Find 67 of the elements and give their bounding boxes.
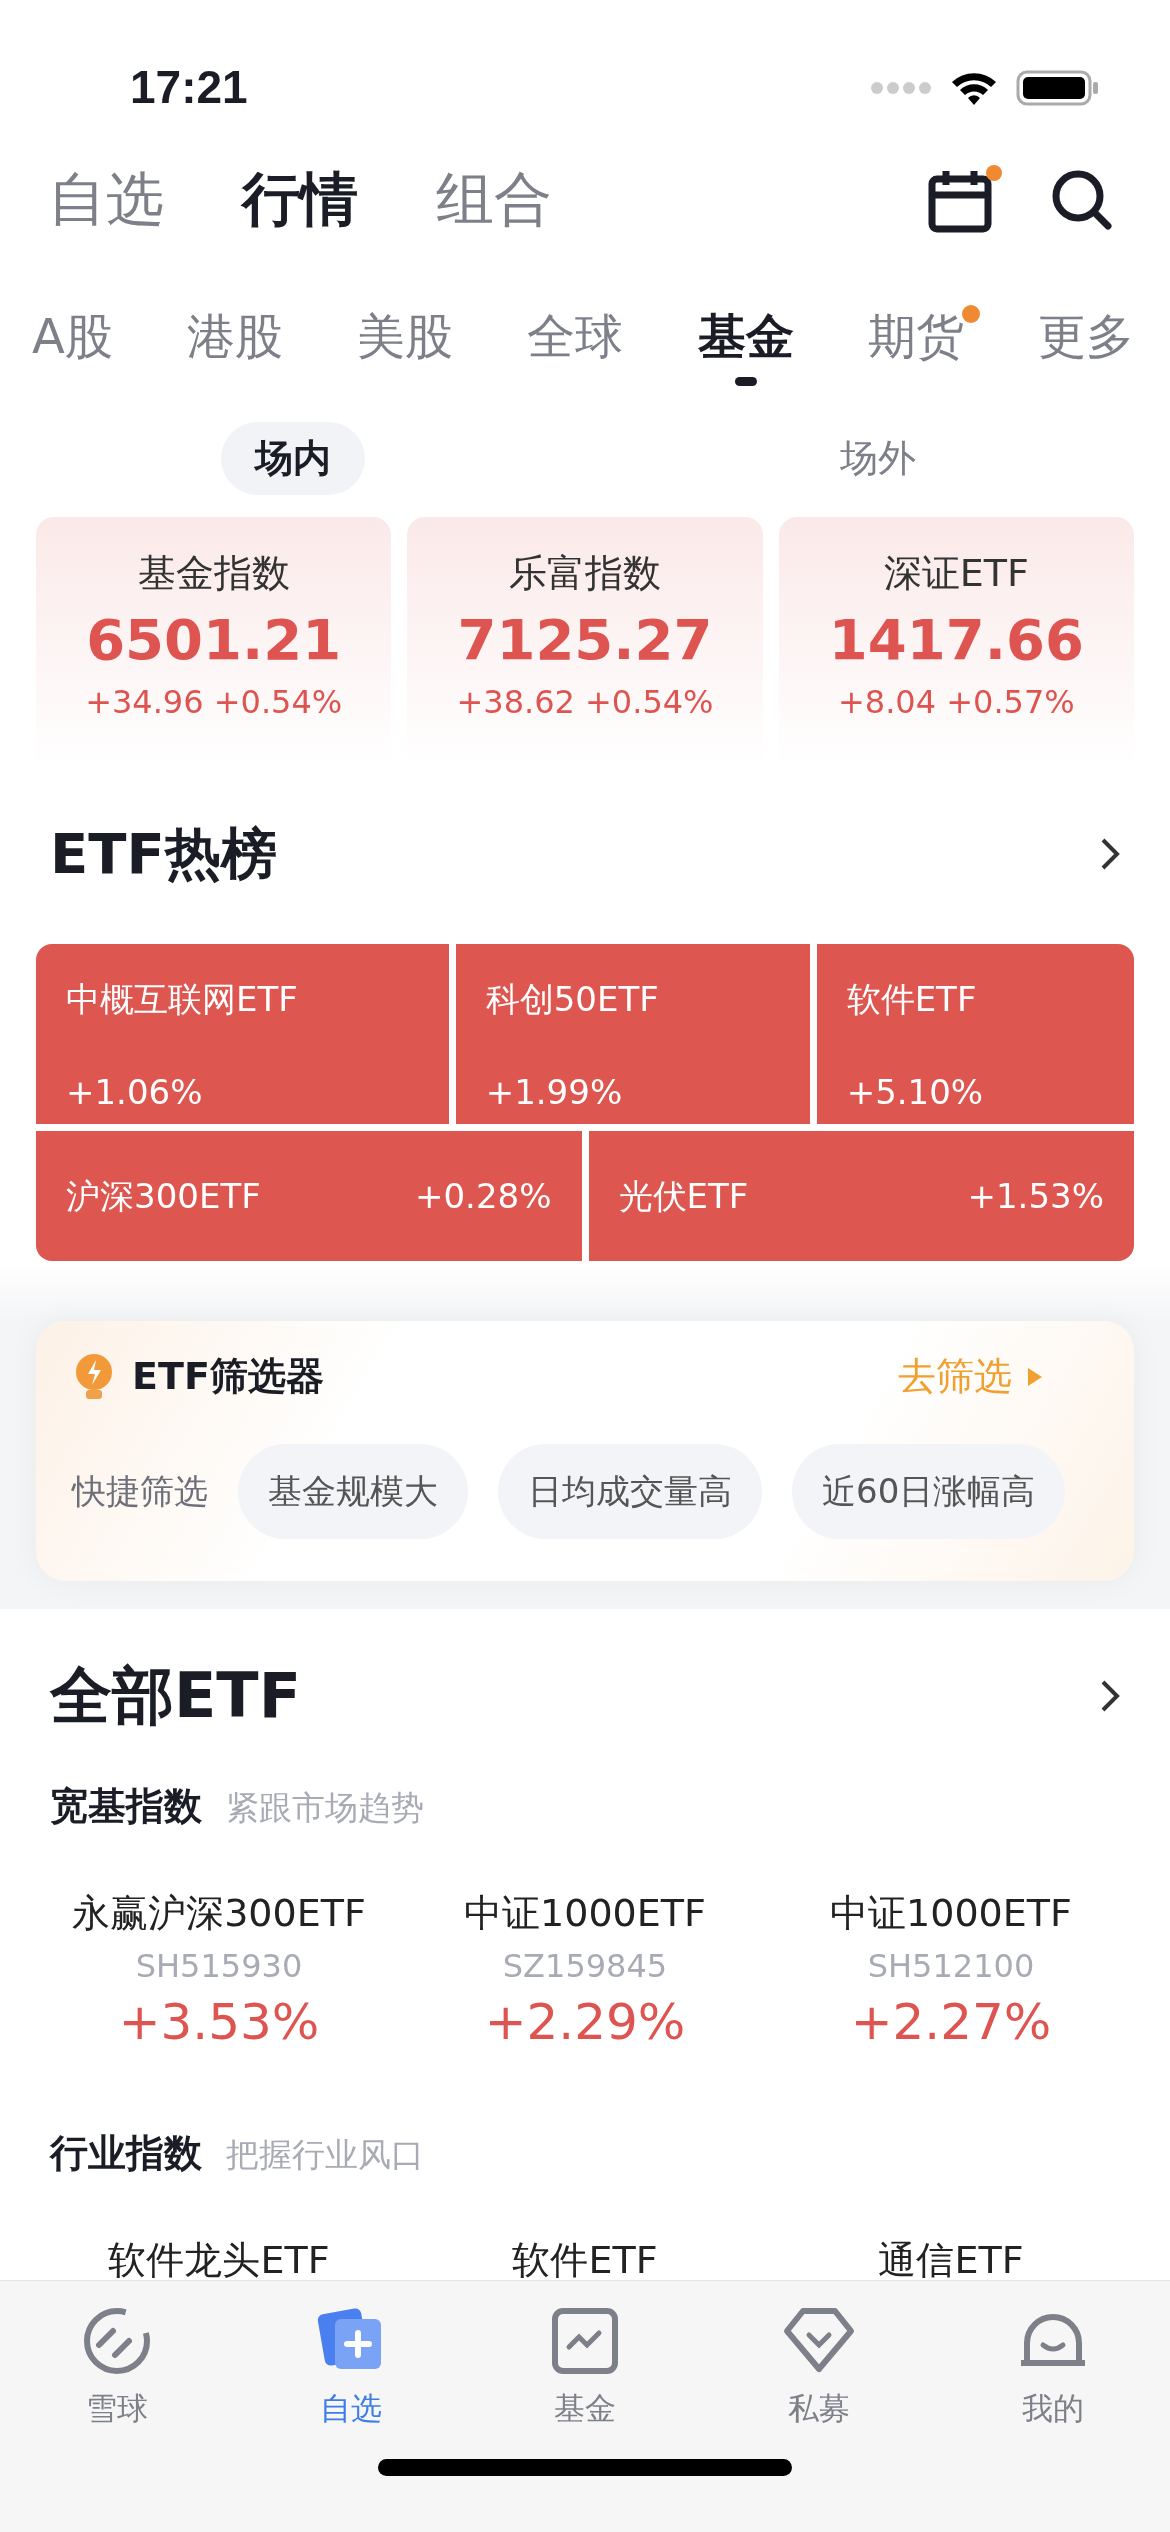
tile-name: 沪深300ETF — [66, 1174, 261, 1218]
group-subtitle: 把握行业风口 — [226, 2134, 424, 2177]
index-value: 6501.21 — [85, 606, 343, 675]
card-title: 深证ETF — [882, 550, 1030, 598]
chevron-right-icon[interactable] — [1100, 1678, 1120, 1713]
heatmap-tile[interactable]: 科创50ETF +1.99% — [455, 944, 810, 1125]
tile-name: 软件ETF — [846, 978, 978, 1022]
section-title: ETF热榜 — [50, 820, 277, 889]
top-tab[interactable]: 行情 — [242, 165, 358, 235]
tile-change: +1.53% — [967, 1174, 1104, 1218]
market-tab[interactable]: 美股 — [357, 305, 454, 368]
group-title: 行业指数 — [50, 2130, 202, 2178]
group-subtitle: 紧跟市场趋势 — [226, 1787, 424, 1830]
group-title: 宽基指数 — [50, 1783, 202, 1831]
index-value: 1417.66 — [827, 606, 1085, 675]
tile-change: +5.10% — [846, 1071, 985, 1115]
card-title: 基金指数 — [136, 550, 291, 598]
segment-tab[interactable]: 场内 — [220, 422, 365, 496]
tab-indicator — [734, 377, 757, 387]
fund-name: 中证1000ETF — [829, 1890, 1073, 1938]
tile-change: +0.28% — [415, 1174, 552, 1218]
fund-change: +2.27% — [849, 1992, 1053, 2054]
fund-name: 中证1000ETF — [463, 1890, 707, 1938]
heatmap-tile[interactable]: 光伏ETF +1.53% — [588, 1131, 1134, 1262]
index-change: +34.96 +0.54% — [84, 682, 344, 723]
logo-icon — [81, 2305, 153, 2377]
filter-chip[interactable]: 基金规模大 — [238, 1444, 468, 1540]
fund-name: 永赢沪深300ETF — [71, 1890, 367, 1938]
screener-title: ETF筛选器 — [132, 1353, 324, 1401]
status-time: 17:21 — [130, 60, 248, 115]
fund-code: SH515930 — [134, 1946, 304, 1988]
market-tab[interactable]: 港股 — [187, 305, 284, 368]
index-change: +38.62 +0.54% — [455, 682, 715, 723]
calendar-icon[interactable] — [926, 165, 1002, 235]
heatmap-tile[interactable]: 软件ETF +5.10% — [816, 944, 1134, 1125]
filter-chip[interactable]: 近60日涨幅高 — [792, 1444, 1066, 1540]
fund-change: +2.29% — [483, 1992, 687, 2054]
section-title: 全部ETF — [50, 1658, 301, 1735]
tile-name: 中概互联网ETF — [66, 978, 299, 1022]
play-icon — [1028, 1367, 1042, 1386]
market-tab[interactable]: A股 — [32, 305, 113, 368]
fund-code: SH512100 — [866, 1946, 1036, 1988]
search-icon[interactable] — [1050, 168, 1114, 232]
chevron-right-icon[interactable] — [1100, 837, 1120, 872]
chart-icon — [549, 2305, 621, 2377]
go-filter-link[interactable]: 去筛选 — [892, 1347, 1048, 1407]
segment-tab[interactable]: 场外 — [805, 422, 950, 496]
tile-change: +1.99% — [485, 1071, 624, 1115]
tile-name: 光伏ETF — [618, 1174, 749, 1218]
tile-change: +1.06% — [66, 1071, 204, 1115]
index-change: +8.04 +0.57% — [836, 682, 1076, 723]
signal-icon — [870, 79, 932, 96]
top-tab[interactable]: 自选 — [48, 165, 164, 235]
tile-name: 科创50ETF — [485, 978, 660, 1022]
fund-code: SZ159845 — [501, 1946, 669, 1988]
heatmap-tile[interactable]: 沪深300ETF +0.28% — [36, 1131, 582, 1262]
quick-filter-label: 快捷筛选 — [72, 1470, 208, 1514]
market-tab[interactable]: 全球 — [527, 305, 624, 368]
heatmap-tile[interactable]: 中概互联网ETF +1.06% — [36, 944, 449, 1125]
market-tab[interactable]: 基金 — [697, 305, 794, 368]
fund-change: +3.53% — [117, 1992, 321, 2054]
market-tab[interactable]: 期货 — [867, 305, 964, 368]
index-value: 7125.27 — [456, 606, 714, 675]
market-tab[interactable]: 更多 — [1037, 305, 1134, 368]
filter-chip[interactable]: 日均成交量高 — [498, 1444, 762, 1540]
card-title: 乐富指数 — [508, 550, 662, 598]
top-tab[interactable]: 组合 — [436, 165, 552, 235]
